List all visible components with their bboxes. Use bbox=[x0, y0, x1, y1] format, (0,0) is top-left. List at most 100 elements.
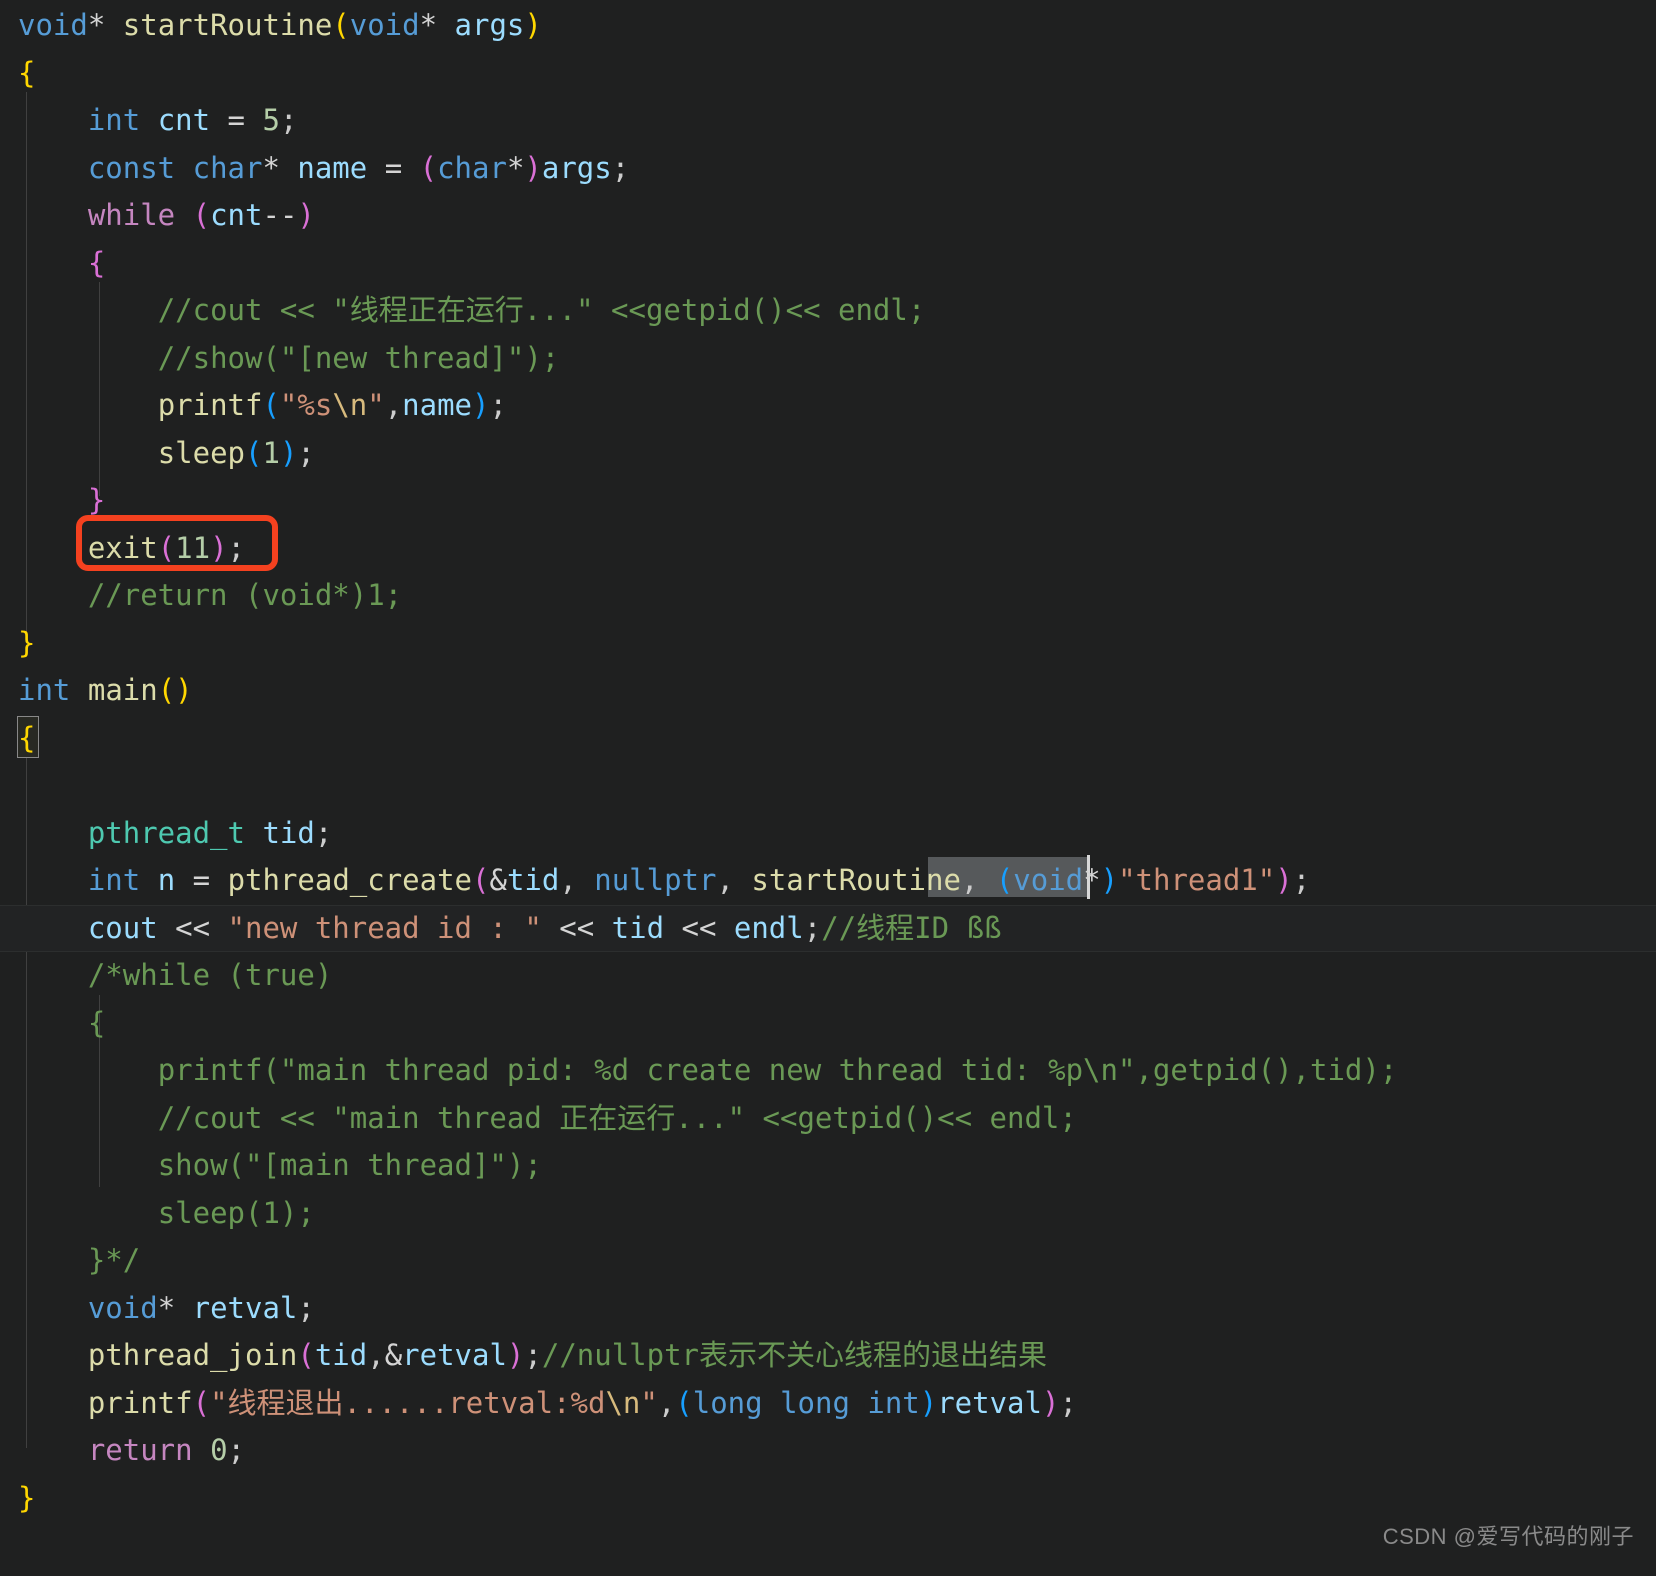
token-p-pink: ) bbox=[524, 150, 542, 185]
code-line[interactable]: printf("main thread pid: %d create new t… bbox=[0, 1047, 1656, 1095]
token-var: tid bbox=[314, 1338, 368, 1372]
token-op: << bbox=[541, 910, 612, 945]
token-op bbox=[18, 1148, 158, 1182]
token-p-pink: ) bbox=[297, 198, 315, 232]
token-punct: ; bbox=[227, 1433, 246, 1467]
token-op: * bbox=[157, 1290, 193, 1325]
code-line[interactable]: exit(11); bbox=[0, 525, 1656, 573]
code-line[interactable]: { bbox=[0, 50, 1656, 98]
token-op bbox=[18, 1101, 158, 1135]
code-editor[interactable]: void* startRoutine(void* args){ int cnt … bbox=[0, 0, 1656, 1576]
code-line[interactable]: const char* name = (char*)args; bbox=[0, 145, 1656, 193]
token-op bbox=[245, 816, 262, 850]
token-cmt: { bbox=[87, 1005, 106, 1040]
code-line[interactable]: printf("%s\n",name); bbox=[0, 382, 1656, 430]
token-fn: exit bbox=[87, 530, 158, 565]
code-line[interactable]: /*while (true) bbox=[0, 952, 1656, 1000]
code-line[interactable]: sleep(1); bbox=[0, 430, 1656, 478]
token-op bbox=[18, 388, 158, 422]
token-p-pink: ( bbox=[192, 198, 211, 232]
code-line[interactable]: //show("[new thread]"); bbox=[0, 335, 1656, 383]
token-p-pink: ( bbox=[419, 150, 438, 185]
code-line[interactable]: int cnt = 5; bbox=[0, 97, 1656, 145]
token-cmt: //nullptr表示不关心线程的退出结果 bbox=[541, 1338, 1047, 1372]
code-line[interactable]: return 0; bbox=[0, 1427, 1656, 1475]
code-line[interactable]: { bbox=[0, 715, 1656, 763]
token-var: tid bbox=[506, 863, 560, 897]
code-line[interactable]: } bbox=[0, 620, 1656, 668]
token-punct: ; bbox=[611, 150, 630, 185]
code-line[interactable]: show("[main thread]"); bbox=[0, 1142, 1656, 1190]
token-p-yellow: } bbox=[18, 1480, 36, 1515]
code-line[interactable]: while (cnt--) bbox=[0, 192, 1656, 240]
token-p-blue: ( bbox=[675, 1385, 693, 1420]
token-p-pink: } bbox=[87, 483, 106, 517]
token-op bbox=[18, 341, 158, 375]
token-p-pink: ( bbox=[192, 1385, 211, 1420]
code-line[interactable]: pthread_join(tid,&retval);//nullptr表示不关心… bbox=[0, 1332, 1656, 1380]
token-var: cnt bbox=[157, 103, 211, 137]
token-kw: void bbox=[18, 8, 88, 42]
token-ctrl: return bbox=[87, 1433, 193, 1467]
token-p-yellow: ( bbox=[332, 8, 350, 42]
token-op: * bbox=[1083, 863, 1101, 897]
token-op bbox=[18, 1006, 88, 1040]
token-num: 1 bbox=[262, 435, 280, 470]
code-line[interactable]: int main() bbox=[0, 667, 1656, 715]
token-kw: char bbox=[192, 150, 263, 185]
token-p-blue: ) bbox=[919, 1385, 938, 1420]
token-op bbox=[18, 436, 158, 470]
token-var: cout bbox=[87, 910, 158, 945]
code-line[interactable]: }*/ bbox=[0, 1237, 1656, 1285]
token-num: 0 bbox=[210, 1433, 228, 1467]
token-p-yellow: ) bbox=[524, 8, 542, 42]
token-op bbox=[18, 293, 158, 327]
code-line[interactable]: { bbox=[0, 1000, 1656, 1048]
code-line[interactable]: //cout << "main thread 正在运行..." <<getpid… bbox=[0, 1095, 1656, 1143]
token-op bbox=[18, 911, 88, 945]
token-op: * bbox=[262, 150, 298, 185]
token-p-yellow: () bbox=[157, 673, 193, 707]
token-punct: , bbox=[716, 863, 752, 897]
token-p-blue: ) bbox=[472, 388, 490, 422]
token-esc: \n bbox=[605, 1385, 641, 1420]
token-type: pthread_t bbox=[87, 815, 245, 850]
code-line[interactable]: //cout << "线程正在运行..." <<getpid()<< endl; bbox=[0, 287, 1656, 335]
token-op bbox=[175, 198, 192, 232]
token-op bbox=[18, 1196, 158, 1230]
code-line[interactable]: cout << "new thread id : " << tid << end… bbox=[0, 904, 1656, 952]
token-op bbox=[175, 151, 192, 185]
token-fn: sleep bbox=[157, 435, 245, 470]
token-op bbox=[105, 8, 122, 42]
code-line[interactable]: int n = pthread_create(&tid, nullptr, st… bbox=[0, 857, 1656, 905]
token-p-blue: ( bbox=[262, 388, 280, 422]
code-line[interactable]: { bbox=[0, 240, 1656, 288]
token-esc: \n bbox=[332, 388, 368, 422]
token-kw: void bbox=[87, 1290, 158, 1325]
code-line[interactable]: //return (void*)1; bbox=[0, 572, 1656, 620]
token-op: = bbox=[175, 863, 228, 897]
code-line[interactable]: printf("线程退出......retval:%d\n",(long lon… bbox=[0, 1380, 1656, 1428]
code-line[interactable]: void* retval; bbox=[0, 1285, 1656, 1333]
token-cmt: }*/ bbox=[87, 1243, 141, 1277]
code-line[interactable]: sleep(1); bbox=[0, 1190, 1656, 1238]
code-line[interactable] bbox=[0, 762, 1656, 810]
code-line[interactable]: pthread_t tid; bbox=[0, 810, 1656, 858]
token-fn: main bbox=[87, 673, 158, 707]
token-cmt: //show("[new thread]"); bbox=[157, 340, 560, 375]
token-punct: , bbox=[367, 1338, 385, 1372]
token-op: & bbox=[489, 863, 507, 897]
token-op bbox=[18, 151, 88, 185]
code-content[interactable]: void* startRoutine(void* args){ int cnt … bbox=[0, 0, 1656, 1522]
token-var: retval bbox=[937, 1385, 1042, 1420]
token-op bbox=[18, 1291, 88, 1325]
token-op bbox=[18, 958, 88, 992]
token-var: name bbox=[297, 150, 368, 185]
token-fn: pthread_join bbox=[87, 1338, 298, 1372]
token-op bbox=[18, 103, 88, 137]
token-p-pink: ( bbox=[157, 530, 176, 565]
code-line[interactable]: void* startRoutine(void* args) bbox=[0, 2, 1656, 50]
code-line[interactable]: } bbox=[0, 477, 1656, 525]
token-op: << bbox=[157, 910, 228, 945]
token-p-blue: ( bbox=[995, 863, 1014, 897]
